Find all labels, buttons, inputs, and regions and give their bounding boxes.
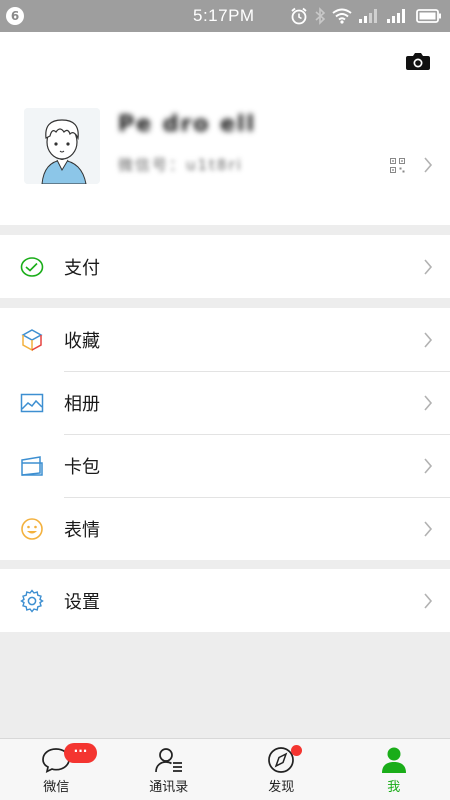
chevron-right-icon [424, 331, 433, 348]
tab-label: 通讯录 [149, 780, 189, 795]
menu-group-main: 收藏 相册 卡包 表情 [0, 308, 450, 560]
tab-chats[interactable]: 微信 ··· [0, 739, 113, 800]
alarm-icon [291, 7, 307, 25]
battery-icon [416, 9, 441, 23]
qr-code-icon[interactable] [390, 158, 405, 173]
person-icon [381, 747, 406, 773]
chevron-right-icon [424, 520, 433, 537]
chevron-right-icon [424, 592, 433, 609]
status-bar: 6 5:17PM [0, 0, 450, 32]
unread-badge: ··· [64, 743, 97, 763]
tab-label: 我 [387, 780, 401, 795]
notification-count-badge: 6 [6, 7, 24, 25]
cube-icon [21, 328, 43, 351]
menu-group-pay: 支付 [0, 235, 450, 298]
status-icons [290, 5, 442, 27]
smiley-icon [21, 517, 43, 540]
menu-item-pay[interactable]: 支付 [0, 235, 450, 298]
contacts-icon [154, 748, 182, 773]
signal-icon-sim2 [387, 9, 405, 23]
menu-item-stickers[interactable]: 表情 [0, 497, 450, 560]
profile-wechat-id: 微信号：u1t8ri [118, 156, 243, 174]
menu-item-settings[interactable]: 设置 [0, 569, 450, 632]
avatar-illustration [24, 108, 100, 184]
menu-group-settings: 设置 [0, 569, 450, 632]
menu-item-favorites[interactable]: 收藏 [0, 308, 450, 371]
profile-header[interactable]: Pe dro ell 微信号：u1t8ri [0, 32, 450, 225]
menu-item-label: 支付 [64, 257, 100, 279]
chevron-right-icon [424, 157, 433, 173]
camera-icon[interactable] [405, 50, 431, 72]
menu-item-album[interactable]: 相册 [0, 371, 450, 434]
menu-item-label: 相册 [64, 393, 100, 415]
profile-nickname: Pe dro ell [118, 112, 257, 137]
menu-item-label: 设置 [64, 591, 100, 613]
wifi-icon [332, 8, 352, 24]
tab-me[interactable]: 我 [338, 739, 450, 800]
tab-discover[interactable]: 发现 [225, 739, 338, 800]
chevron-right-icon [424, 258, 433, 275]
wallet-icon [20, 256, 44, 277]
avatar[interactable] [24, 108, 100, 184]
picture-icon [20, 393, 44, 412]
tab-label: 发现 [268, 780, 295, 795]
menu-item-label: 收藏 [64, 330, 100, 352]
chevron-right-icon [424, 457, 433, 474]
chevron-right-icon [424, 394, 433, 411]
bluetooth-icon [315, 7, 326, 25]
gear-icon [20, 588, 44, 613]
menu-item-label: 表情 [64, 519, 100, 541]
menu-item-label: 卡包 [64, 456, 100, 478]
tab-contacts[interactable]: 通讯录 [113, 739, 226, 800]
bottom-tab-bar: 微信 ··· 通讯录 发现 我 [0, 738, 450, 800]
status-time: 5:17PM [193, 6, 255, 25]
tab-label: 微信 [43, 780, 70, 795]
menu-item-cards[interactable]: 卡包 [0, 434, 450, 497]
new-content-dot [291, 745, 302, 756]
card-wallet-icon [21, 455, 43, 476]
signal-icon-sim1 [359, 9, 377, 23]
